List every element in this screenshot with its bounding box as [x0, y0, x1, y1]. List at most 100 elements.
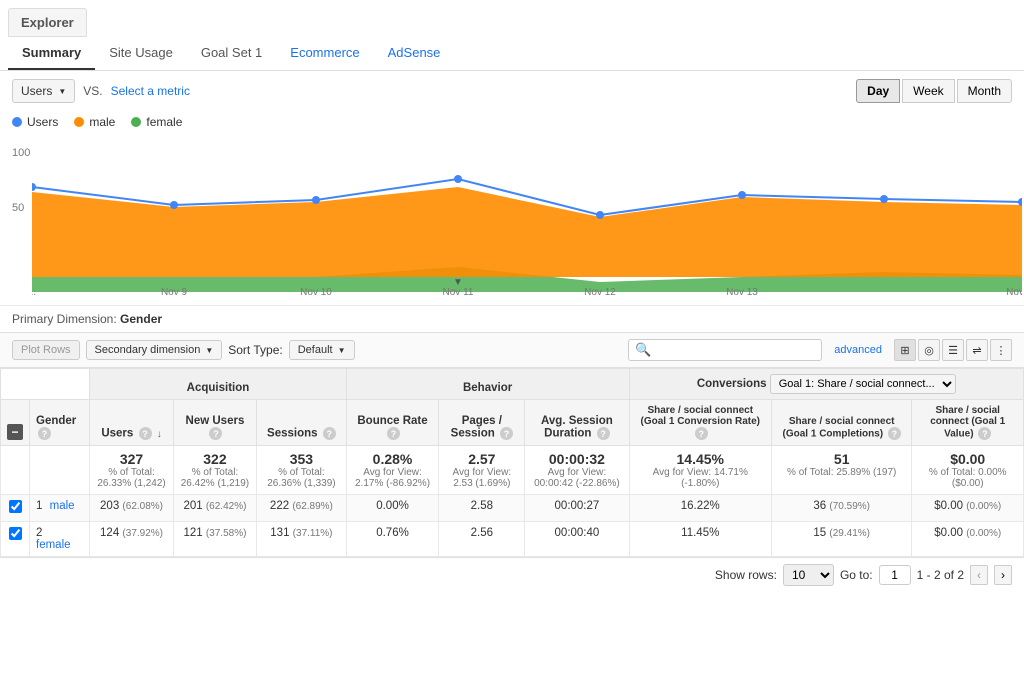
- minus-button[interactable]: −: [7, 424, 23, 440]
- bounce-help-icon[interactable]: ?: [387, 427, 400, 440]
- prev-page-button[interactable]: ‹: [970, 565, 988, 585]
- row1-conv-rate: 16.22%: [629, 495, 771, 522]
- legend-female: female: [131, 115, 182, 129]
- row2-avg-duration: 00:00:40: [525, 522, 629, 557]
- row2-sessions: 131 (37.11%): [257, 522, 347, 557]
- row1-avg-duration: 00:00:27: [525, 495, 629, 522]
- sort-caret: ▼: [338, 346, 346, 355]
- row2-checkbox-cell[interactable]: [1, 522, 30, 557]
- go-to-label: Go to:: [840, 568, 873, 582]
- conversions-label: Conversions: [697, 378, 767, 390]
- select-metric-link[interactable]: Select a metric: [111, 84, 190, 98]
- tab-goal-set-1[interactable]: Goal Set 1: [187, 37, 276, 70]
- legend-male-label: male: [89, 115, 115, 129]
- table-row: 2 female 124 (37.92%) 121 (37.58%) 131 (…: [1, 522, 1024, 557]
- explorer-header: Explorer: [8, 8, 87, 37]
- avg-duration-col-header: Avg. Session Duration ?: [525, 400, 629, 446]
- row1-completions: 36 (70.59%): [771, 495, 911, 522]
- tab-summary[interactable]: Summary: [8, 37, 95, 70]
- bounce-rate-col-header: Bounce Rate ?: [346, 400, 439, 446]
- sort-type-dropdown[interactable]: Default ▼: [289, 340, 355, 360]
- row1-rank: 1: [36, 500, 42, 512]
- day-button[interactable]: Day: [856, 79, 900, 103]
- goal-dropdown[interactable]: Goal 1: Share / social connect...: [770, 374, 956, 394]
- gender-col-header: Gender ?: [30, 400, 90, 446]
- row1-new-users: 201 (62.42%): [173, 495, 256, 522]
- secondary-dimension-dropdown[interactable]: Secondary dimension ▼: [86, 340, 223, 360]
- row1-pages-session: 2.58: [439, 495, 525, 522]
- row1-gender-link[interactable]: male: [50, 500, 75, 512]
- completions-col-header: Share / social connect (Goal 1 Completio…: [771, 400, 911, 446]
- legend-female-label: female: [146, 115, 182, 129]
- search-wrap: 🔍: [628, 339, 822, 361]
- pivot-view-icon[interactable]: ⋮: [990, 339, 1012, 361]
- svg-text:Nov 10: Nov 10: [300, 287, 332, 297]
- totals-pages-session: 2.57 Avg for View: 2.53 (1.69%): [439, 446, 525, 495]
- tab-site-usage[interactable]: Site Usage: [95, 37, 187, 70]
- month-button[interactable]: Month: [957, 79, 1012, 103]
- row2-pages-session: 2.56: [439, 522, 525, 557]
- table-row: 1 male 203 (62.08%) 201 (62.42%) 222 (62…: [1, 495, 1024, 522]
- chart-legend: Users male female: [0, 111, 1024, 137]
- new-users-help-icon[interactable]: ?: [209, 427, 222, 440]
- totals-avg-duration: 00:00:32 Avg for View: 00:00:42 (-22.86%…: [525, 446, 629, 495]
- chart-area: 100 50 ... Nov 9 Nov 10 Nov 11 Nov 12 No…: [0, 137, 1024, 301]
- checkbox-col-header: −: [1, 400, 30, 446]
- sort-type-label: Sort Type:: [228, 343, 282, 357]
- list-view-icon[interactable]: ☰: [942, 339, 964, 361]
- advanced-link[interactable]: advanced: [834, 344, 882, 356]
- svg-text:Nov 14: Nov 14: [1006, 287, 1022, 297]
- row2-rank: 2: [36, 527, 42, 539]
- duration-help-icon[interactable]: ?: [597, 427, 610, 440]
- pie-view-icon[interactable]: ◎: [918, 339, 940, 361]
- rows-select[interactable]: 10 25 50 100: [783, 564, 834, 586]
- totals-value: $0.00 % of Total: 0.00% ($0.00): [912, 446, 1024, 495]
- row1-value: $0.00 (0.00%): [912, 495, 1024, 522]
- conversions-header: Conversions Goal 1: Share / social conne…: [629, 369, 1023, 400]
- row1-label: 1 male: [30, 495, 90, 522]
- sessions-help-icon[interactable]: ?: [323, 427, 336, 440]
- week-button[interactable]: Week: [902, 79, 954, 103]
- row2-new-users: 121 (37.58%): [173, 522, 256, 557]
- totals-conv-rate: 14.45% Avg for View: 14.71% (-1.80%): [629, 446, 771, 495]
- row1-checkbox-cell[interactable]: [1, 495, 30, 522]
- tab-ecommerce[interactable]: Ecommerce: [276, 37, 373, 70]
- pages-session-col-header: Pages / Session ?: [439, 400, 525, 446]
- behavior-header: Behavior: [346, 369, 629, 400]
- svg-text:Nov 11: Nov 11: [443, 287, 474, 297]
- value-help-icon[interactable]: ?: [978, 427, 991, 440]
- table-controls: Plot Rows Secondary dimension ▼ Sort Typ…: [0, 332, 1024, 368]
- users-sort-icon[interactable]: ↓: [157, 429, 162, 440]
- goto-input[interactable]: [879, 565, 911, 585]
- next-page-button[interactable]: ›: [994, 565, 1012, 585]
- users-help-icon[interactable]: ?: [139, 427, 152, 440]
- metric-selector[interactable]: Users ▼: [12, 79, 75, 103]
- row1-checkbox[interactable]: [9, 500, 22, 513]
- metric-caret-icon: ▼: [58, 87, 66, 96]
- metric-selector-label: Users: [21, 84, 52, 98]
- totals-bounce-rate: 0.28% Avg for View: 2.17% (-86.92%): [346, 446, 439, 495]
- legend-users: Users: [12, 115, 58, 129]
- pages-help-icon[interactable]: ?: [500, 427, 513, 440]
- row2-gender-link[interactable]: female: [36, 539, 71, 551]
- search-input[interactable]: [655, 344, 815, 356]
- primary-dimension: Primary Dimension: Gender: [0, 305, 1024, 332]
- grid-view-icon[interactable]: ⊞: [894, 339, 916, 361]
- row2-checkbox[interactable]: [9, 527, 22, 540]
- completions-help-icon[interactable]: ?: [888, 427, 901, 440]
- row2-value: $0.00 (0.00%): [912, 522, 1024, 557]
- conv-rate-help-icon[interactable]: ?: [695, 427, 708, 440]
- gender-help-icon[interactable]: ?: [38, 427, 51, 440]
- y-label-100: 100: [12, 147, 30, 159]
- legend-male: male: [74, 115, 115, 129]
- svg-text:...: ...: [32, 287, 36, 297]
- totals-completions: 51 % of Total: 25.89% (197): [771, 446, 911, 495]
- svg-text:▼: ▼: [453, 277, 463, 288]
- value-col-header: Share / social connect (Goal 1 Value) ?: [912, 400, 1024, 446]
- plot-rows-button: Plot Rows: [12, 340, 80, 360]
- primary-dim-label: Primary Dimension:: [12, 312, 117, 326]
- compare-view-icon[interactable]: ⇌: [966, 339, 988, 361]
- tab-adsense[interactable]: AdSense: [374, 37, 455, 70]
- chart-svg: ... Nov 9 Nov 10 Nov 11 Nov 12 Nov 13 No…: [32, 137, 1022, 297]
- row1-sessions: 222 (62.89%): [257, 495, 347, 522]
